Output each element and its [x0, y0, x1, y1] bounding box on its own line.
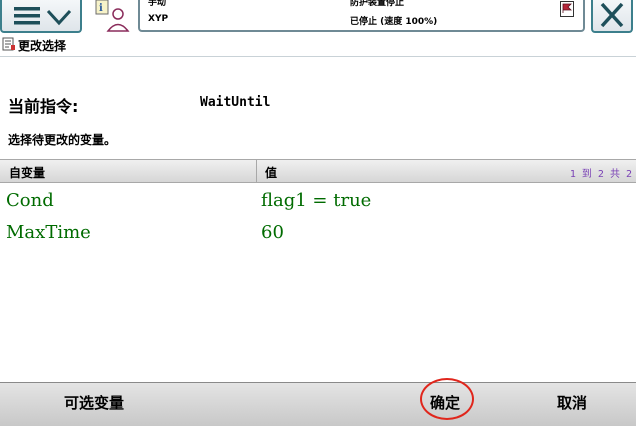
- current-instruction-label: 当前指令:: [8, 97, 79, 116]
- argument-name[interactable]: Cond: [6, 190, 54, 211]
- operating-mode: 手动: [148, 0, 167, 8]
- pagination-text: 1 到 2 共 2: [569, 169, 632, 180]
- flag-icon: [560, 1, 574, 17]
- close-icon: [600, 2, 624, 28]
- table-row[interactable]: Cond flag1 = true: [0, 186, 636, 216]
- optional-arguments-button[interactable]: 可选变量: [64, 392, 124, 413]
- column-divider: [256, 160, 257, 182]
- program-speed: 已停止 (速度 100%): [350, 17, 438, 27]
- table-row[interactable]: MaxTime 60: [0, 218, 636, 248]
- top-banner: i 手动 XYP 防护装置停止 已停止 (速度 100%): [0, 0, 636, 34]
- info-person-icon[interactable]: i: [94, 0, 134, 32]
- system-name: XYP: [148, 14, 169, 24]
- cancel-button[interactable]: 取消: [557, 392, 587, 413]
- argument-name[interactable]: MaxTime: [6, 222, 91, 243]
- chevron-down-icon: [46, 9, 72, 26]
- status-panel[interactable]: 手动 XYP 防护装置停止 已停止 (速度 100%): [138, 0, 585, 32]
- svg-text:i: i: [99, 3, 103, 14]
- highlight-circle: [420, 378, 474, 420]
- menu-icon: [14, 7, 72, 26]
- column-header-argument[interactable]: 自变量: [9, 164, 45, 181]
- abb-menu-button[interactable]: [0, 0, 82, 33]
- window-tab[interactable]: 更改选择: [0, 36, 100, 54]
- argument-value[interactable]: flag1 = true: [261, 190, 371, 211]
- argument-table-header: 自变量 值 1 到 2 共 2: [0, 159, 636, 183]
- tab-divider: [0, 56, 636, 57]
- select-hint: 选择待更改的变量。: [8, 133, 117, 147]
- program-edit-icon: [2, 37, 15, 51]
- argument-value[interactable]: 60: [261, 222, 284, 243]
- current-instruction-value: WaitUntil: [200, 95, 271, 110]
- command-bar: 可选变量 确定 取消: [0, 382, 636, 426]
- close-button[interactable]: [591, 0, 633, 33]
- controller-state: 防护装置停止: [350, 0, 405, 8]
- column-header-value[interactable]: 值: [265, 164, 277, 181]
- window-title: 更改选择: [18, 39, 67, 53]
